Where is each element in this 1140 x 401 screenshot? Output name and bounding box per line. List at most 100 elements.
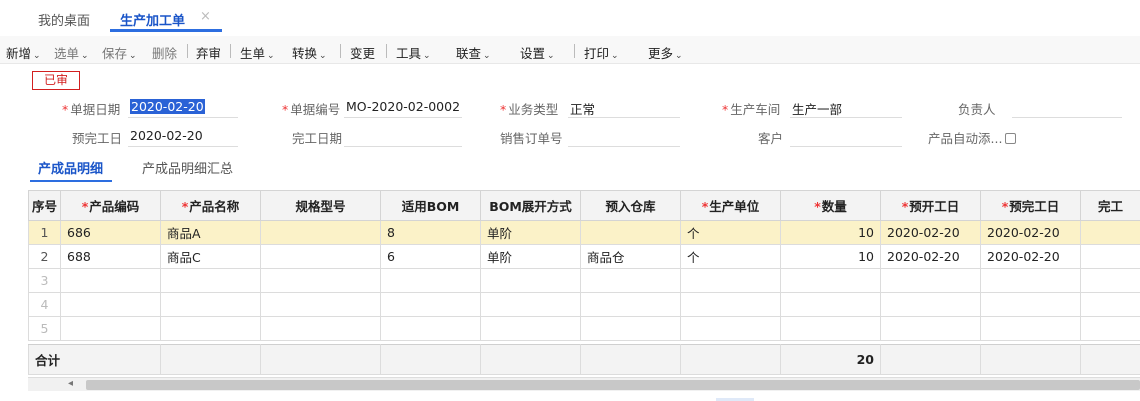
qty-cell[interactable]: 10 bbox=[780, 220, 881, 245]
more-button[interactable]: 更多 ⌄ bbox=[648, 43, 683, 62]
finish-date-label: 完工日期 bbox=[292, 131, 343, 146]
scroll-left-icon[interactable]: ◂ bbox=[68, 378, 73, 389]
col-header-done[interactable]: 完工 bbox=[1080, 190, 1140, 221]
total-row: 合计 20 bbox=[28, 344, 1140, 375]
col-header-product-name[interactable]: *产品名称 bbox=[160, 190, 261, 221]
doc-no-underline bbox=[344, 117, 462, 118]
spec-cell[interactable] bbox=[260, 244, 381, 269]
doc-date-label: * 单据日期 bbox=[62, 102, 121, 117]
table-row[interactable]: 2 688 商品C 6 单阶 商品仓 个 10 2020-02-20 2020-… bbox=[28, 244, 1140, 269]
warehouse-cell[interactable]: 商品仓 bbox=[580, 244, 681, 269]
bom-cell[interactable]: 6 bbox=[380, 244, 481, 269]
planned-finish-field[interactable]: 2020-02-20 bbox=[130, 128, 203, 143]
col-header-bom-mode[interactable]: BOM展开方式 bbox=[480, 190, 581, 221]
workshop-underline bbox=[790, 117, 902, 118]
warehouse-cell[interactable] bbox=[580, 220, 681, 245]
product-code-cell[interactable]: 688 bbox=[60, 244, 161, 269]
table-row[interactable]: 1 686 商品A 8 单阶 个 10 2020-02-20 2020-02-2… bbox=[28, 220, 1140, 245]
toolbar: 新增 ⌄ 选单 ⌄ 保存 ⌄ 删除 弃审 生单 ⌄ 转换 ⌄ 变更 工具 ⌄ 联查 ⌄ 设置 ⌄… bbox=[0, 36, 1140, 64]
settings-button[interactable]: 设置 ⌄ bbox=[520, 43, 555, 62]
unit-cell[interactable]: 个 bbox=[680, 244, 781, 269]
qty-cell[interactable]: 10 bbox=[780, 244, 881, 269]
col-header-product-code[interactable]: *产品编码 bbox=[60, 190, 161, 221]
convert-button[interactable]: 转换 ⌄ bbox=[292, 43, 327, 62]
workshop-label: * 生产车间 bbox=[722, 102, 781, 117]
tab-production-order[interactable]: 生产加工单 bbox=[120, 10, 185, 29]
table-row[interactable]: 5 bbox=[28, 316, 1140, 341]
table-row[interactable]: 4 bbox=[28, 292, 1140, 317]
row-index: 2 bbox=[28, 244, 61, 269]
active-subtab-indicator bbox=[30, 180, 112, 182]
customer-field[interactable] bbox=[790, 146, 902, 147]
total-label: 合计 bbox=[28, 344, 161, 375]
sales-order-field[interactable] bbox=[568, 146, 680, 147]
finish-date-field[interactable] bbox=[344, 146, 462, 147]
start-date-cell[interactable]: 2020-02-20 bbox=[880, 220, 981, 245]
doc-date-underline bbox=[128, 117, 238, 118]
product-code-cell[interactable]: 686 bbox=[60, 220, 161, 245]
owner-label: 负责人 bbox=[958, 102, 996, 117]
auto-add-checkbox[interactable] bbox=[1005, 133, 1017, 144]
bom-mode-cell[interactable]: 单阶 bbox=[480, 244, 581, 269]
done-cell[interactable] bbox=[1080, 244, 1140, 269]
owner-underline[interactable] bbox=[1012, 117, 1122, 118]
abandon-approval-button[interactable]: 弃审 bbox=[196, 43, 221, 62]
col-header-start-date[interactable]: *预开工日 bbox=[880, 190, 981, 221]
chevron-down-icon: ⌄ bbox=[483, 51, 491, 61]
chevron-down-icon: ⌄ bbox=[319, 51, 327, 61]
generate-button[interactable]: 生单 ⌄ bbox=[240, 43, 275, 62]
new-button[interactable]: 新增 ⌄ bbox=[6, 43, 41, 62]
done-cell[interactable] bbox=[1080, 220, 1140, 245]
tab-home[interactable]: 我的桌面 bbox=[38, 10, 90, 29]
col-header-bom[interactable]: 适用BOM bbox=[380, 190, 481, 221]
spec-cell[interactable] bbox=[260, 220, 381, 245]
planned-finish-underline bbox=[128, 146, 238, 147]
sales-order-label: 销售订单号 bbox=[500, 131, 563, 146]
chevron-down-icon: ⌄ bbox=[129, 51, 137, 61]
horizontal-scrollbar[interactable]: ◂ bbox=[28, 377, 1140, 391]
finish-date-cell[interactable]: 2020-02-20 bbox=[980, 244, 1081, 269]
col-header-qty[interactable]: *数量 bbox=[780, 190, 881, 221]
product-name-cell[interactable]: 商品A bbox=[160, 220, 261, 245]
col-header-unit[interactable]: *生产单位 bbox=[680, 190, 781, 221]
biz-type-label: * 业务类型 bbox=[500, 102, 559, 117]
bom-mode-cell[interactable]: 单阶 bbox=[480, 220, 581, 245]
chevron-down-icon: ⌄ bbox=[547, 51, 555, 61]
bom-cell[interactable]: 8 bbox=[380, 220, 481, 245]
biz-type-field[interactable]: 正常 bbox=[570, 99, 595, 118]
col-header-spec[interactable]: 规格型号 bbox=[260, 190, 381, 221]
change-button[interactable]: 变更 bbox=[350, 43, 375, 62]
chevron-down-icon: ⌄ bbox=[33, 51, 41, 61]
workshop-field[interactable]: 生产一部 bbox=[792, 99, 842, 118]
customer-label: 客户 bbox=[758, 131, 784, 146]
close-icon[interactable]: × bbox=[200, 9, 211, 24]
query-button[interactable]: 联查 ⌄ bbox=[456, 43, 491, 62]
toolbar-divider bbox=[340, 44, 341, 58]
col-header-finish-date[interactable]: *预完工日 bbox=[980, 190, 1081, 221]
chevron-down-icon: ⌄ bbox=[267, 51, 275, 61]
delete-button[interactable]: 删除 bbox=[152, 43, 177, 62]
select-button[interactable]: 选单 ⌄ bbox=[54, 43, 89, 62]
tab-product-summary[interactable]: 产成品明细汇总 bbox=[142, 158, 233, 177]
print-button[interactable]: 打印 ⌄ bbox=[584, 43, 619, 62]
finish-date-cell[interactable]: 2020-02-20 bbox=[980, 220, 1081, 245]
product-name-cell[interactable]: 商品C bbox=[160, 244, 261, 269]
col-header-warehouse[interactable]: 预入仓库 bbox=[580, 190, 681, 221]
tab-bar: 我的桌面 生产加工单 × bbox=[0, 0, 1140, 36]
toolbar-divider bbox=[574, 44, 575, 58]
tools-button[interactable]: 工具 ⌄ bbox=[396, 43, 431, 62]
tab-product-detail[interactable]: 产成品明细 bbox=[38, 158, 103, 177]
start-date-cell[interactable]: 2020-02-20 bbox=[880, 244, 981, 269]
row-index: 1 bbox=[28, 220, 61, 245]
save-button[interactable]: 保存 ⌄ bbox=[102, 43, 137, 62]
chevron-down-icon: ⌄ bbox=[611, 51, 619, 61]
product-detail-table: 序号 *产品编码 *产品名称 规格型号 适用BOM BOM展开方式 预入仓库 *… bbox=[28, 190, 1140, 375]
doc-date-field[interactable]: 2020-02-20 bbox=[130, 99, 205, 114]
table-row[interactable]: 3 bbox=[28, 268, 1140, 293]
scrollbar-thumb[interactable] bbox=[86, 380, 1140, 390]
doc-no-field[interactable]: MO-2020-02-0002 bbox=[346, 99, 460, 114]
unit-cell[interactable]: 个 bbox=[680, 220, 781, 245]
doc-no-label: * 单据编号 bbox=[282, 102, 341, 117]
chevron-down-icon: ⌄ bbox=[81, 51, 89, 61]
toolbar-divider bbox=[386, 44, 387, 58]
